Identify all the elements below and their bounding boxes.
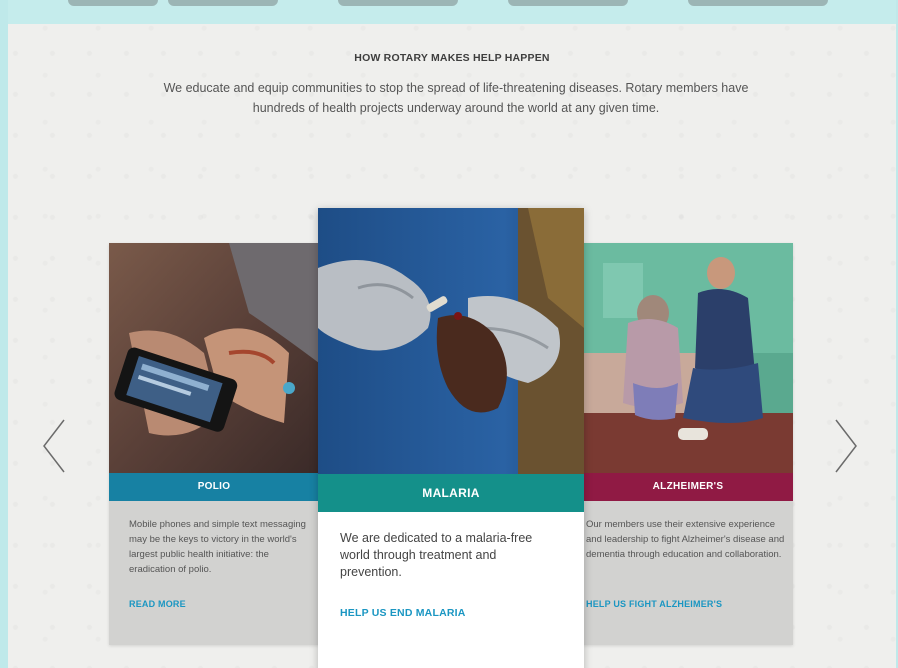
chevron-left-icon xyxy=(43,419,65,473)
carousel-prev-button[interactable] xyxy=(42,418,66,474)
nav-item-faded xyxy=(508,0,628,6)
read-more-link[interactable]: READ MORE xyxy=(129,599,186,609)
card-description: Mobile phones and simple text messaging … xyxy=(129,519,306,575)
card-title: ALZHEIMER'S xyxy=(583,473,793,501)
section-intro: We educate and equip communities to stop… xyxy=(163,81,749,115)
page: HOW ROTARY MAKES HELP HAPPEN We educate … xyxy=(8,0,896,668)
nav-item-faded xyxy=(68,0,158,6)
nav-item-faded xyxy=(688,0,828,6)
polio-photo xyxy=(109,243,319,473)
card-malaria: MALARIA We are dedicated to a malaria-fr… xyxy=(318,208,584,668)
help-end-malaria-link[interactable]: HELP US END MALARIA xyxy=(340,607,466,619)
card-polio: POLIO Mobile phones and simple text mess… xyxy=(109,243,319,645)
card-description: Our members use their extensive experien… xyxy=(586,519,785,560)
carousel-next-button[interactable] xyxy=(834,418,858,474)
fight-alzheimers-link[interactable]: HELP US FIGHT ALZHEIMER'S xyxy=(586,599,722,609)
top-nav-strip xyxy=(8,0,896,24)
malaria-photo xyxy=(318,208,584,474)
nav-item-faded xyxy=(168,0,278,6)
alzheimers-photo xyxy=(583,243,793,473)
card-title: POLIO xyxy=(109,473,319,501)
chevron-right-icon xyxy=(835,419,857,473)
card-title: MALARIA xyxy=(318,474,584,512)
section-title: HOW ROTARY MAKES HELP HAPPEN xyxy=(354,52,550,64)
card-alzheimers: ALZHEIMER'S Our members use their extens… xyxy=(583,243,793,645)
card-description: We are dedicated to a malaria-free world… xyxy=(340,531,533,579)
nav-item-faded xyxy=(338,0,458,6)
